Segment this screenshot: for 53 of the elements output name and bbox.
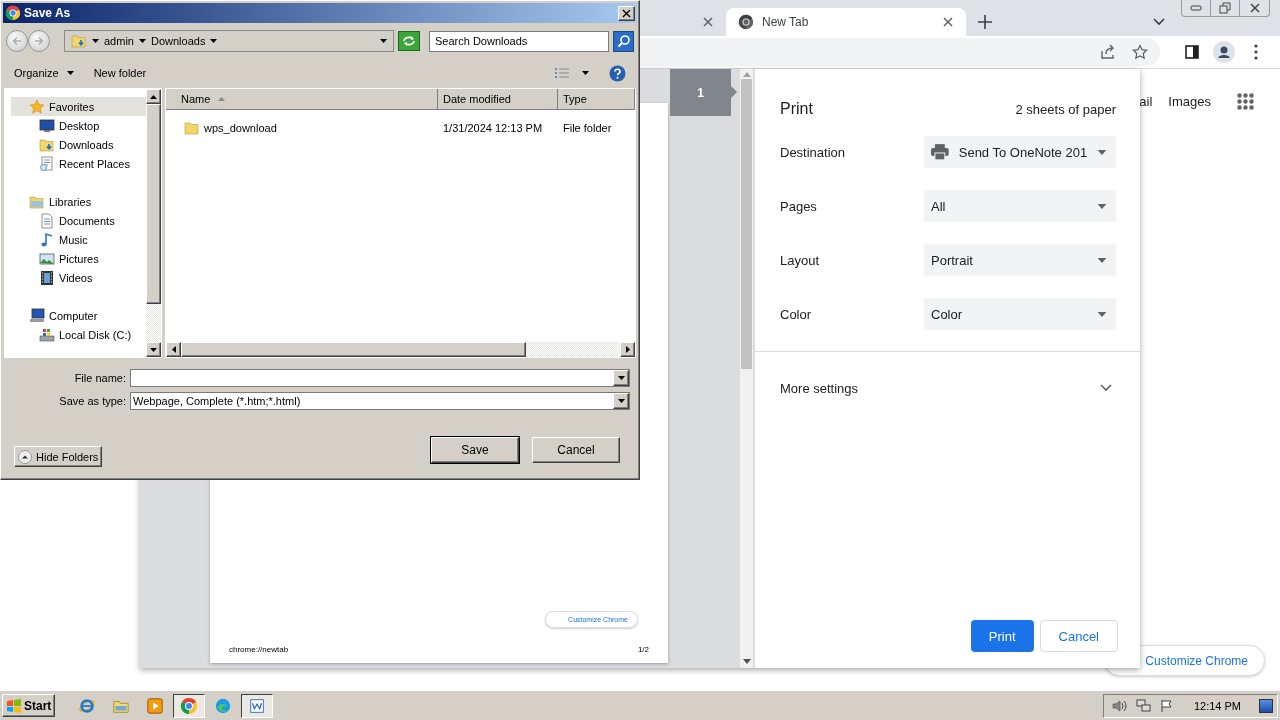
clock[interactable]: 12:14 PM <box>1193 699 1241 712</box>
print-button[interactable]: Print <box>970 620 1034 652</box>
nav-item[interactable]: Documents <box>11 211 146 230</box>
date-cell-text: 1/31/2024 12:13 PM <box>442 122 544 134</box>
setting-dropdown[interactable]: All <box>924 190 1116 222</box>
dialog-button[interactable]: Save <box>431 437 519 463</box>
column-header[interactable]: Name <box>166 89 438 110</box>
setting-dropdown[interactable]: Send To OneNote 201 <box>924 136 1116 168</box>
page-footer-url: chrome://newtab <box>229 645 289 654</box>
address-bar[interactable]: admin Downloads <box>64 30 394 52</box>
setting-dropdown[interactable]: Portrait <box>924 244 1116 276</box>
nav-item[interactable]: Recent Places <box>11 154 146 173</box>
column-header[interactable]: Type <box>558 89 635 110</box>
file-type-dropdown[interactable]: Webpage, Complete (*.htm;*.html) <box>130 392 630 410</box>
hide-folders-button[interactable]: Hide Folders <box>14 446 103 467</box>
browser-tab[interactable]: New Tab <box>726 8 966 36</box>
nav-item[interactable]: Libraries <box>11 192 146 211</box>
setting-label: Destination <box>780 144 846 160</box>
setting-dropdown[interactable]: Color <box>924 298 1116 330</box>
more-settings-toggle[interactable]: More settings <box>755 352 1140 424</box>
nav-item[interactable]: Videos <box>11 268 146 287</box>
nav-item[interactable]: Local Disk (C:) <box>11 325 146 344</box>
nav-item[interactable]: Music <box>11 230 146 249</box>
more-settings-label: More settings <box>780 380 859 396</box>
setting-label: Color <box>780 306 812 322</box>
start-button[interactable]: Start <box>2 694 56 717</box>
organize-button[interactable]: Organize <box>14 65 74 81</box>
page-footer-number: 1/2 <box>637 645 649 654</box>
field-label: File name: <box>73 372 126 384</box>
tab-title: New Tab <box>762 15 810 29</box>
breadcrumb-item[interactable]: admin <box>104 35 134 47</box>
setting-label: Layout <box>780 252 820 268</box>
file-name-cell: wps_download <box>204 122 277 134</box>
breadcrumb-item[interactable]: Downloads <box>150 35 206 47</box>
cancel-button[interactable]: Cancel <box>1039 620 1118 652</box>
new-folder-button[interactable]: New folder <box>93 65 147 81</box>
nav-item[interactable]: Desktop <box>11 116 146 135</box>
field-label: Save as type: <box>58 395 126 407</box>
top-link[interactable]: ail <box>1139 94 1153 109</box>
search-field[interactable]: Search Downloads <box>429 30 609 52</box>
setting-label: Pages <box>780 198 817 214</box>
column-header[interactable]: Date modified <box>438 89 558 110</box>
sheet-count: 2 sheets of paper <box>1015 101 1116 117</box>
dialog-button[interactable]: Cancel <box>532 437 620 463</box>
top-link[interactable]: Images <box>1168 94 1211 109</box>
type-cell-text: File folder <box>562 122 612 134</box>
nav-item[interactable]: Computer <box>11 306 146 325</box>
nav-item[interactable]: Favorites <box>11 97 146 116</box>
nav-item[interactable]: Downloads <box>11 135 146 154</box>
nav-item[interactable]: Pictures <box>11 249 146 268</box>
window-title: Save As <box>24 6 72 20</box>
print-title: Print <box>780 100 813 118</box>
page-number-tag: 1 <box>670 69 737 116</box>
